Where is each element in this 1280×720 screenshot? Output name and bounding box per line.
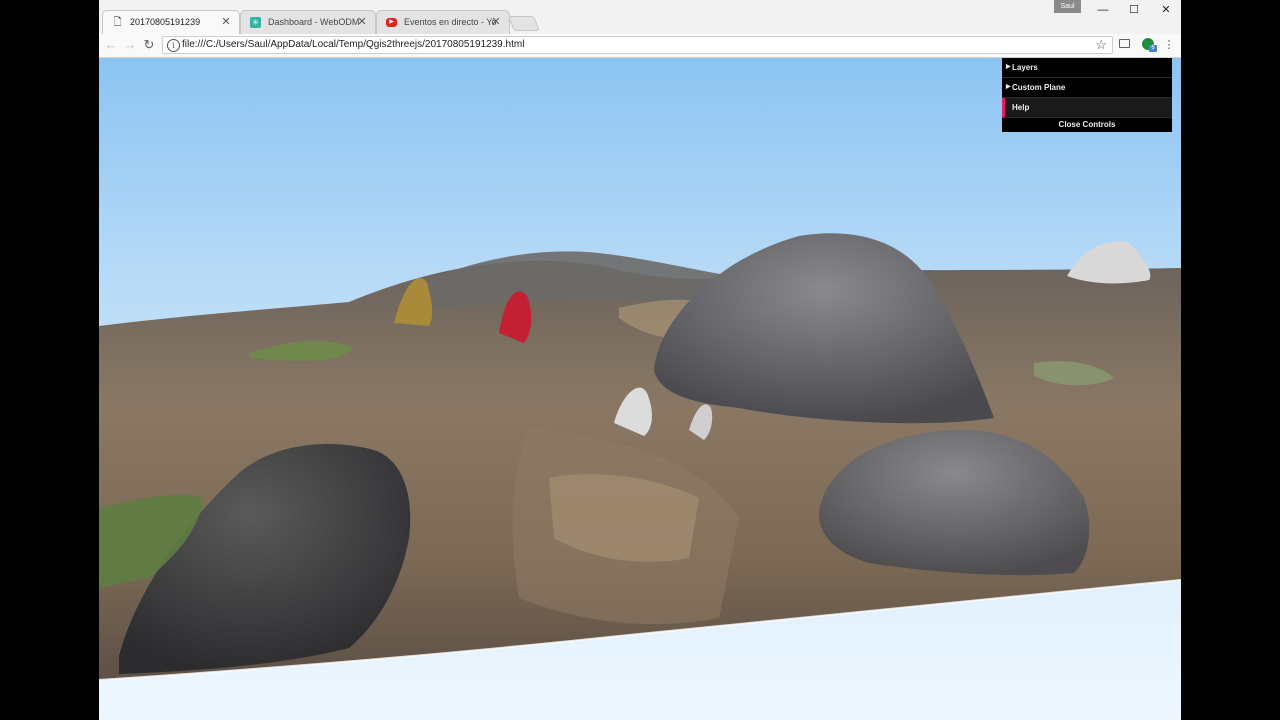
back-arrow-icon[interactable]: ← bbox=[103, 37, 119, 53]
tab-strip: 🗋 20170805191239 ✕ ✳ Dashboard - WebODM … bbox=[99, 0, 1181, 35]
url-text[interactable]: file:///C:/Users/Saul/AppData/Local/Temp… bbox=[182, 39, 524, 50]
info-icon[interactable]: i bbox=[167, 39, 180, 52]
close-controls-button[interactable]: Close Controls bbox=[1002, 118, 1172, 132]
folder-layers[interactable]: ▶ Layers bbox=[1002, 58, 1172, 78]
close-icon[interactable]: ✕ bbox=[220, 15, 232, 29]
reload-icon[interactable]: ↻ bbox=[141, 37, 157, 53]
bookmark-star-icon[interactable]: ☆ bbox=[1095, 37, 1107, 53]
profile-badge[interactable]: Saul bbox=[1054, 0, 1081, 13]
menu-kebab-icon[interactable]: ⋮ bbox=[1161, 37, 1177, 53]
extension-badge: 6 bbox=[1149, 45, 1157, 52]
tab-youtube[interactable]: ▶ Eventos en directo - YouTube ✕ bbox=[376, 10, 510, 34]
help-item[interactable]: Help bbox=[1002, 98, 1172, 118]
youtube-icon: ▶ bbox=[386, 18, 397, 27]
letterbox-right bbox=[1181, 0, 1280, 720]
triangle-right-icon: ▶ bbox=[1006, 64, 1011, 70]
close-icon[interactable]: ✕ bbox=[490, 15, 502, 29]
webodm-icon: ✳ bbox=[250, 17, 261, 28]
new-tab-button[interactable] bbox=[508, 16, 540, 31]
page-icon: 🗋 bbox=[113, 17, 122, 28]
rock-large-back bbox=[654, 233, 994, 424]
tab-label: Eventos en directo - YouTube bbox=[404, 17, 496, 27]
figure-far-right bbox=[1067, 241, 1151, 284]
threejs-viewport[interactable]: ▶ Layers ▶ Custom Plane Help Close Contr… bbox=[99, 58, 1181, 720]
folder-custom-plane[interactable]: ▶ Custom Plane bbox=[1002, 78, 1172, 98]
minimize-icon[interactable]: — bbox=[1092, 2, 1114, 18]
browser-window: 🗋 20170805191239 ✕ ✳ Dashboard - WebODM … bbox=[99, 0, 1181, 720]
window-close-icon[interactable]: ✕ bbox=[1155, 2, 1177, 18]
tab-webodm[interactable]: ✳ Dashboard - WebODM ✕ bbox=[240, 10, 376, 34]
tab-label: 20170805191239 bbox=[130, 17, 201, 27]
controls-panel: ▶ Layers ▶ Custom Plane Help Close Contr… bbox=[1002, 58, 1172, 132]
letterbox-left bbox=[0, 0, 99, 720]
terrain-scene bbox=[99, 233, 1181, 681]
tab-label: Dashboard - WebODM bbox=[268, 17, 360, 27]
folder-label: Layers bbox=[1012, 63, 1038, 72]
folder-label: Custom Plane bbox=[1012, 83, 1066, 92]
maximize-icon[interactable]: ☐ bbox=[1123, 2, 1145, 18]
toolbar: ← → ↻ i file:///C:/Users/Saul/AppData/Lo… bbox=[99, 34, 1181, 58]
cast-icon[interactable] bbox=[1119, 39, 1130, 48]
forward-arrow-icon[interactable]: → bbox=[122, 37, 138, 53]
address-bar[interactable]: i file:///C:/Users/Saul/AppData/Local/Te… bbox=[162, 36, 1113, 54]
close-icon[interactable]: ✕ bbox=[356, 15, 368, 29]
triangle-right-icon: ▶ bbox=[1006, 84, 1011, 90]
help-label: Help bbox=[1012, 103, 1030, 112]
tab-active[interactable]: 🗋 20170805191239 ✕ bbox=[102, 10, 240, 35]
